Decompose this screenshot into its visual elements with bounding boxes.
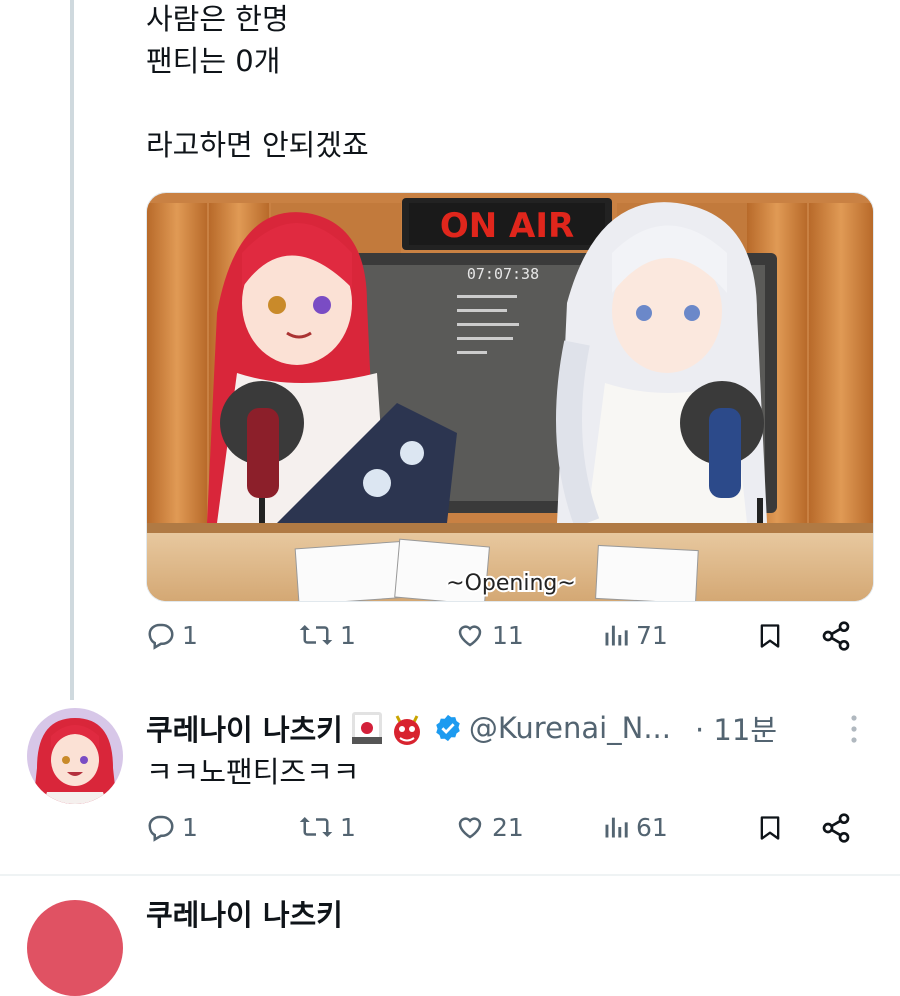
japan-flag-emoji-icon xyxy=(351,710,383,746)
like-button[interactable]: 21 xyxy=(454,812,524,842)
retweet-icon xyxy=(298,620,334,650)
reply-action-bar: 1 1 21 61 xyxy=(146,812,856,856)
reply-button[interactable]: 1 xyxy=(146,620,198,650)
user-handle[interactable]: @Kurenai_N... xyxy=(469,711,671,745)
next-reply-display-name[interactable]: 쿠레나이 나츠키 xyxy=(146,892,343,934)
views-icon xyxy=(602,812,630,842)
avatar[interactable] xyxy=(27,900,123,996)
retweet-icon xyxy=(298,812,334,842)
tweet-line xyxy=(146,82,369,124)
share-button[interactable] xyxy=(820,812,852,844)
like-count: 11 xyxy=(492,620,524,650)
share-button[interactable] xyxy=(820,620,852,652)
reply-icon xyxy=(146,812,176,842)
tweet-text: 사람은 한명 팬티는 0개 라고하면 안되겠죠 xyxy=(146,0,369,166)
tweet-line: 사람은 한명 xyxy=(146,2,289,36)
share-icon xyxy=(820,620,852,652)
reply-count: 1 xyxy=(182,620,198,650)
thread-connector-line xyxy=(70,0,74,700)
tweet-divider xyxy=(0,874,900,876)
verified-icon xyxy=(433,713,463,743)
bookmark-icon xyxy=(756,812,784,844)
like-button[interactable]: 11 xyxy=(454,620,524,650)
retweet-button[interactable]: 1 xyxy=(298,812,356,842)
views-count: 61 xyxy=(636,812,668,842)
retweet-count: 1 xyxy=(340,620,356,650)
bookmark-icon xyxy=(756,620,784,652)
reply-button[interactable]: 1 xyxy=(146,812,198,842)
on-air-sign: ON AIR xyxy=(440,206,574,246)
views-button[interactable]: 71 xyxy=(602,620,668,650)
oni-mask-emoji-icon xyxy=(391,710,423,746)
reply-header: 쿠레나이 나츠키 @Kurenai_N... · 11분 xyxy=(146,706,777,750)
views-button[interactable]: 61 xyxy=(602,812,668,842)
tweet-action-bar: 1 1 11 71 xyxy=(146,620,856,664)
tweet-line: 팬티는 0개 xyxy=(146,44,281,78)
retweet-button[interactable]: 1 xyxy=(298,620,356,650)
retweet-count: 1 xyxy=(340,812,356,842)
reply-text: ㅋㅋ노팬티즈ㅋㅋ xyxy=(146,755,360,789)
media-caption: ~Opening~ xyxy=(446,571,576,596)
views-icon xyxy=(602,620,630,650)
more-options-button[interactable] xyxy=(842,712,866,746)
studio-clock: 07:07:38 xyxy=(467,265,539,283)
reply-timestamp[interactable]: · 11분 xyxy=(695,707,777,749)
media-illustration: ON AIR 07:07:38 ~Opening~ xyxy=(147,193,873,601)
tweet-media-image[interactable]: ON AIR 07:07:38 ~Opening~ xyxy=(146,192,874,602)
bookmark-button[interactable] xyxy=(756,812,784,844)
like-icon xyxy=(454,812,486,842)
tweet-line: 라고하면 안되겠죠 xyxy=(146,128,369,162)
avatar[interactable] xyxy=(27,708,123,804)
share-icon xyxy=(820,812,852,844)
display-name[interactable]: 쿠레나이 나츠키 xyxy=(146,707,343,749)
bookmark-button[interactable] xyxy=(756,620,784,652)
views-count: 71 xyxy=(636,620,668,650)
reply-count: 1 xyxy=(182,812,198,842)
more-icon xyxy=(842,715,866,750)
like-icon xyxy=(454,620,486,650)
reply-icon xyxy=(146,620,176,650)
like-count: 21 xyxy=(492,812,524,842)
